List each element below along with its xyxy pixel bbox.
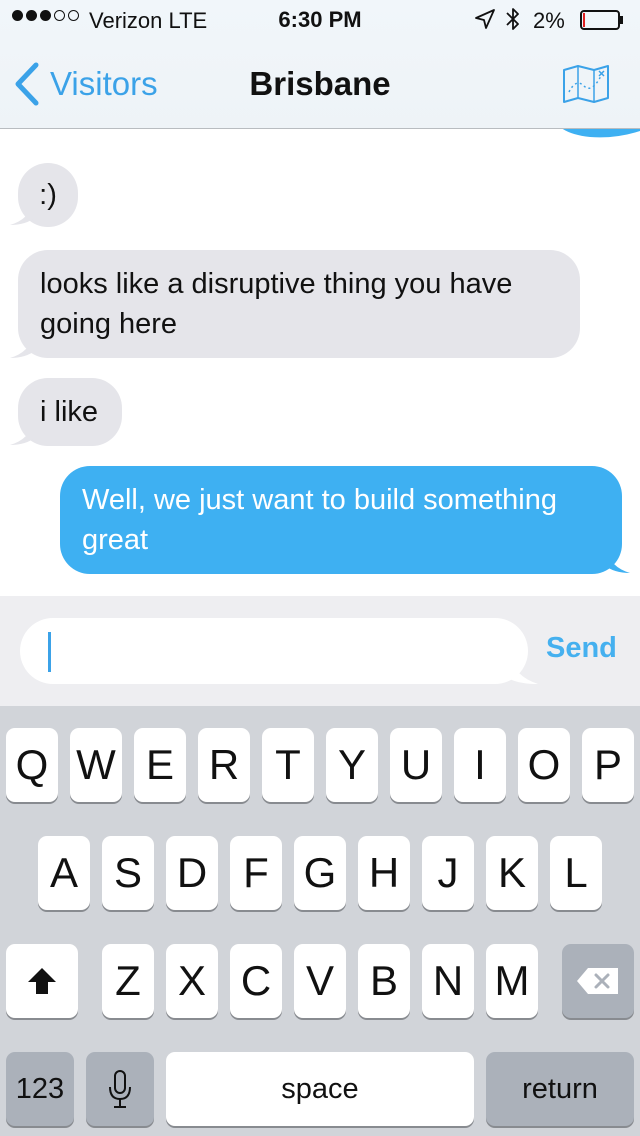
numbers-key[interactable]: 123: [6, 1052, 74, 1126]
keyboard: Q W E R T Y U I O P A S D F G H J K L Z …: [0, 706, 640, 1136]
message-text-line: going here: [40, 308, 178, 340]
key-m[interactable]: M: [486, 944, 538, 1018]
message-bubble-received[interactable]: looks like a disruptive thing you have g…: [18, 250, 580, 358]
message-bubble-sent[interactable]: Well, we just want to build something gr…: [60, 466, 622, 574]
message-text: i like: [40, 396, 99, 428]
key-k[interactable]: K: [486, 836, 538, 910]
key-o[interactable]: O: [518, 728, 570, 802]
key-x[interactable]: X: [166, 944, 218, 1018]
composer-bar: Send: [0, 596, 640, 706]
bubble-tail: [604, 549, 630, 573]
battery-icon: [580, 10, 623, 30]
key-p[interactable]: P: [582, 728, 634, 802]
previous-sent-bubble-edge: [562, 129, 640, 138]
navigation-bar: Visitors Brisbane: [0, 40, 640, 128]
message-list[interactable]: :) looks like a disruptive thing you hav…: [0, 129, 640, 596]
key-u[interactable]: U: [390, 728, 442, 802]
key-v[interactable]: V: [294, 944, 346, 1018]
key-c[interactable]: C: [230, 944, 282, 1018]
key-q[interactable]: Q: [6, 728, 58, 802]
message-text: :): [39, 179, 57, 211]
key-s[interactable]: S: [102, 836, 154, 910]
input-bubble-tail: [510, 656, 538, 684]
return-key[interactable]: return: [486, 1052, 634, 1126]
key-g[interactable]: G: [294, 836, 346, 910]
conversation-title: Brisbane: [249, 65, 391, 102]
key-n[interactable]: N: [422, 944, 474, 1018]
key-r[interactable]: R: [198, 728, 250, 802]
message-text-line: Well, we just want to build something: [82, 484, 557, 516]
message-input[interactable]: [20, 618, 528, 684]
message-text-line: looks like a disruptive thing you have: [40, 268, 513, 300]
key-i[interactable]: I: [454, 728, 506, 802]
bubble-tail: [10, 421, 36, 445]
delete-key[interactable]: [562, 944, 634, 1018]
key-f[interactable]: F: [230, 836, 282, 910]
key-l[interactable]: L: [550, 836, 602, 910]
map-icon[interactable]: [562, 64, 610, 104]
status-bar: Verizon LTE 6:30 PM 2%: [0, 0, 640, 40]
send-button[interactable]: Send: [546, 632, 617, 665]
key-d[interactable]: D: [166, 836, 218, 910]
text-caret: [48, 632, 51, 672]
delete-icon: [577, 968, 618, 994]
shift-icon: [28, 968, 56, 994]
space-key[interactable]: space: [166, 1052, 474, 1126]
key-y[interactable]: Y: [326, 728, 378, 802]
bluetooth-icon: [506, 8, 519, 30]
key-a[interactable]: A: [38, 836, 90, 910]
dictation-key[interactable]: [86, 1052, 154, 1126]
key-z[interactable]: Z: [102, 944, 154, 1018]
key-h[interactable]: H: [358, 836, 410, 910]
key-w[interactable]: W: [70, 728, 122, 802]
bubble-tail: [10, 201, 36, 225]
location-arrow-icon: [475, 9, 495, 29]
key-b[interactable]: B: [358, 944, 410, 1018]
top-bar: Verizon LTE 6:30 PM 2% Visitors Brisbane: [0, 0, 640, 129]
key-e[interactable]: E: [134, 728, 186, 802]
key-t[interactable]: T: [262, 728, 314, 802]
message-text-line: great: [82, 524, 149, 556]
messaging-screen: Verizon LTE 6:30 PM 2% Visitors Brisbane…: [0, 0, 640, 1136]
microphone-icon: [109, 1070, 131, 1108]
battery-percent: 2%: [533, 8, 565, 33]
shift-key[interactable]: [6, 944, 78, 1018]
key-j[interactable]: J: [422, 836, 474, 910]
